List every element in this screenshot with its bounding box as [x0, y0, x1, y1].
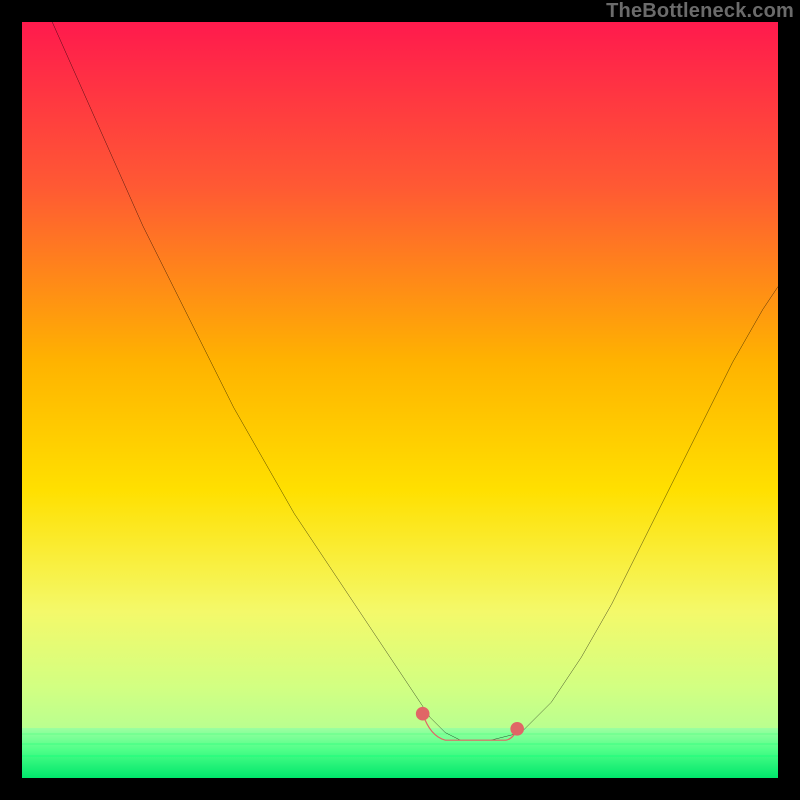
bottleneck-curve: [22, 22, 778, 778]
flat-region-start-dot: [416, 707, 430, 721]
chart-frame: [22, 22, 778, 778]
watermark-text: TheBottleneck.com: [606, 0, 794, 23]
flat-region-marker: [423, 714, 518, 740]
plot-area: [22, 22, 778, 778]
flat-region-end-dot: [510, 722, 524, 736]
curve-path: [52, 22, 778, 740]
